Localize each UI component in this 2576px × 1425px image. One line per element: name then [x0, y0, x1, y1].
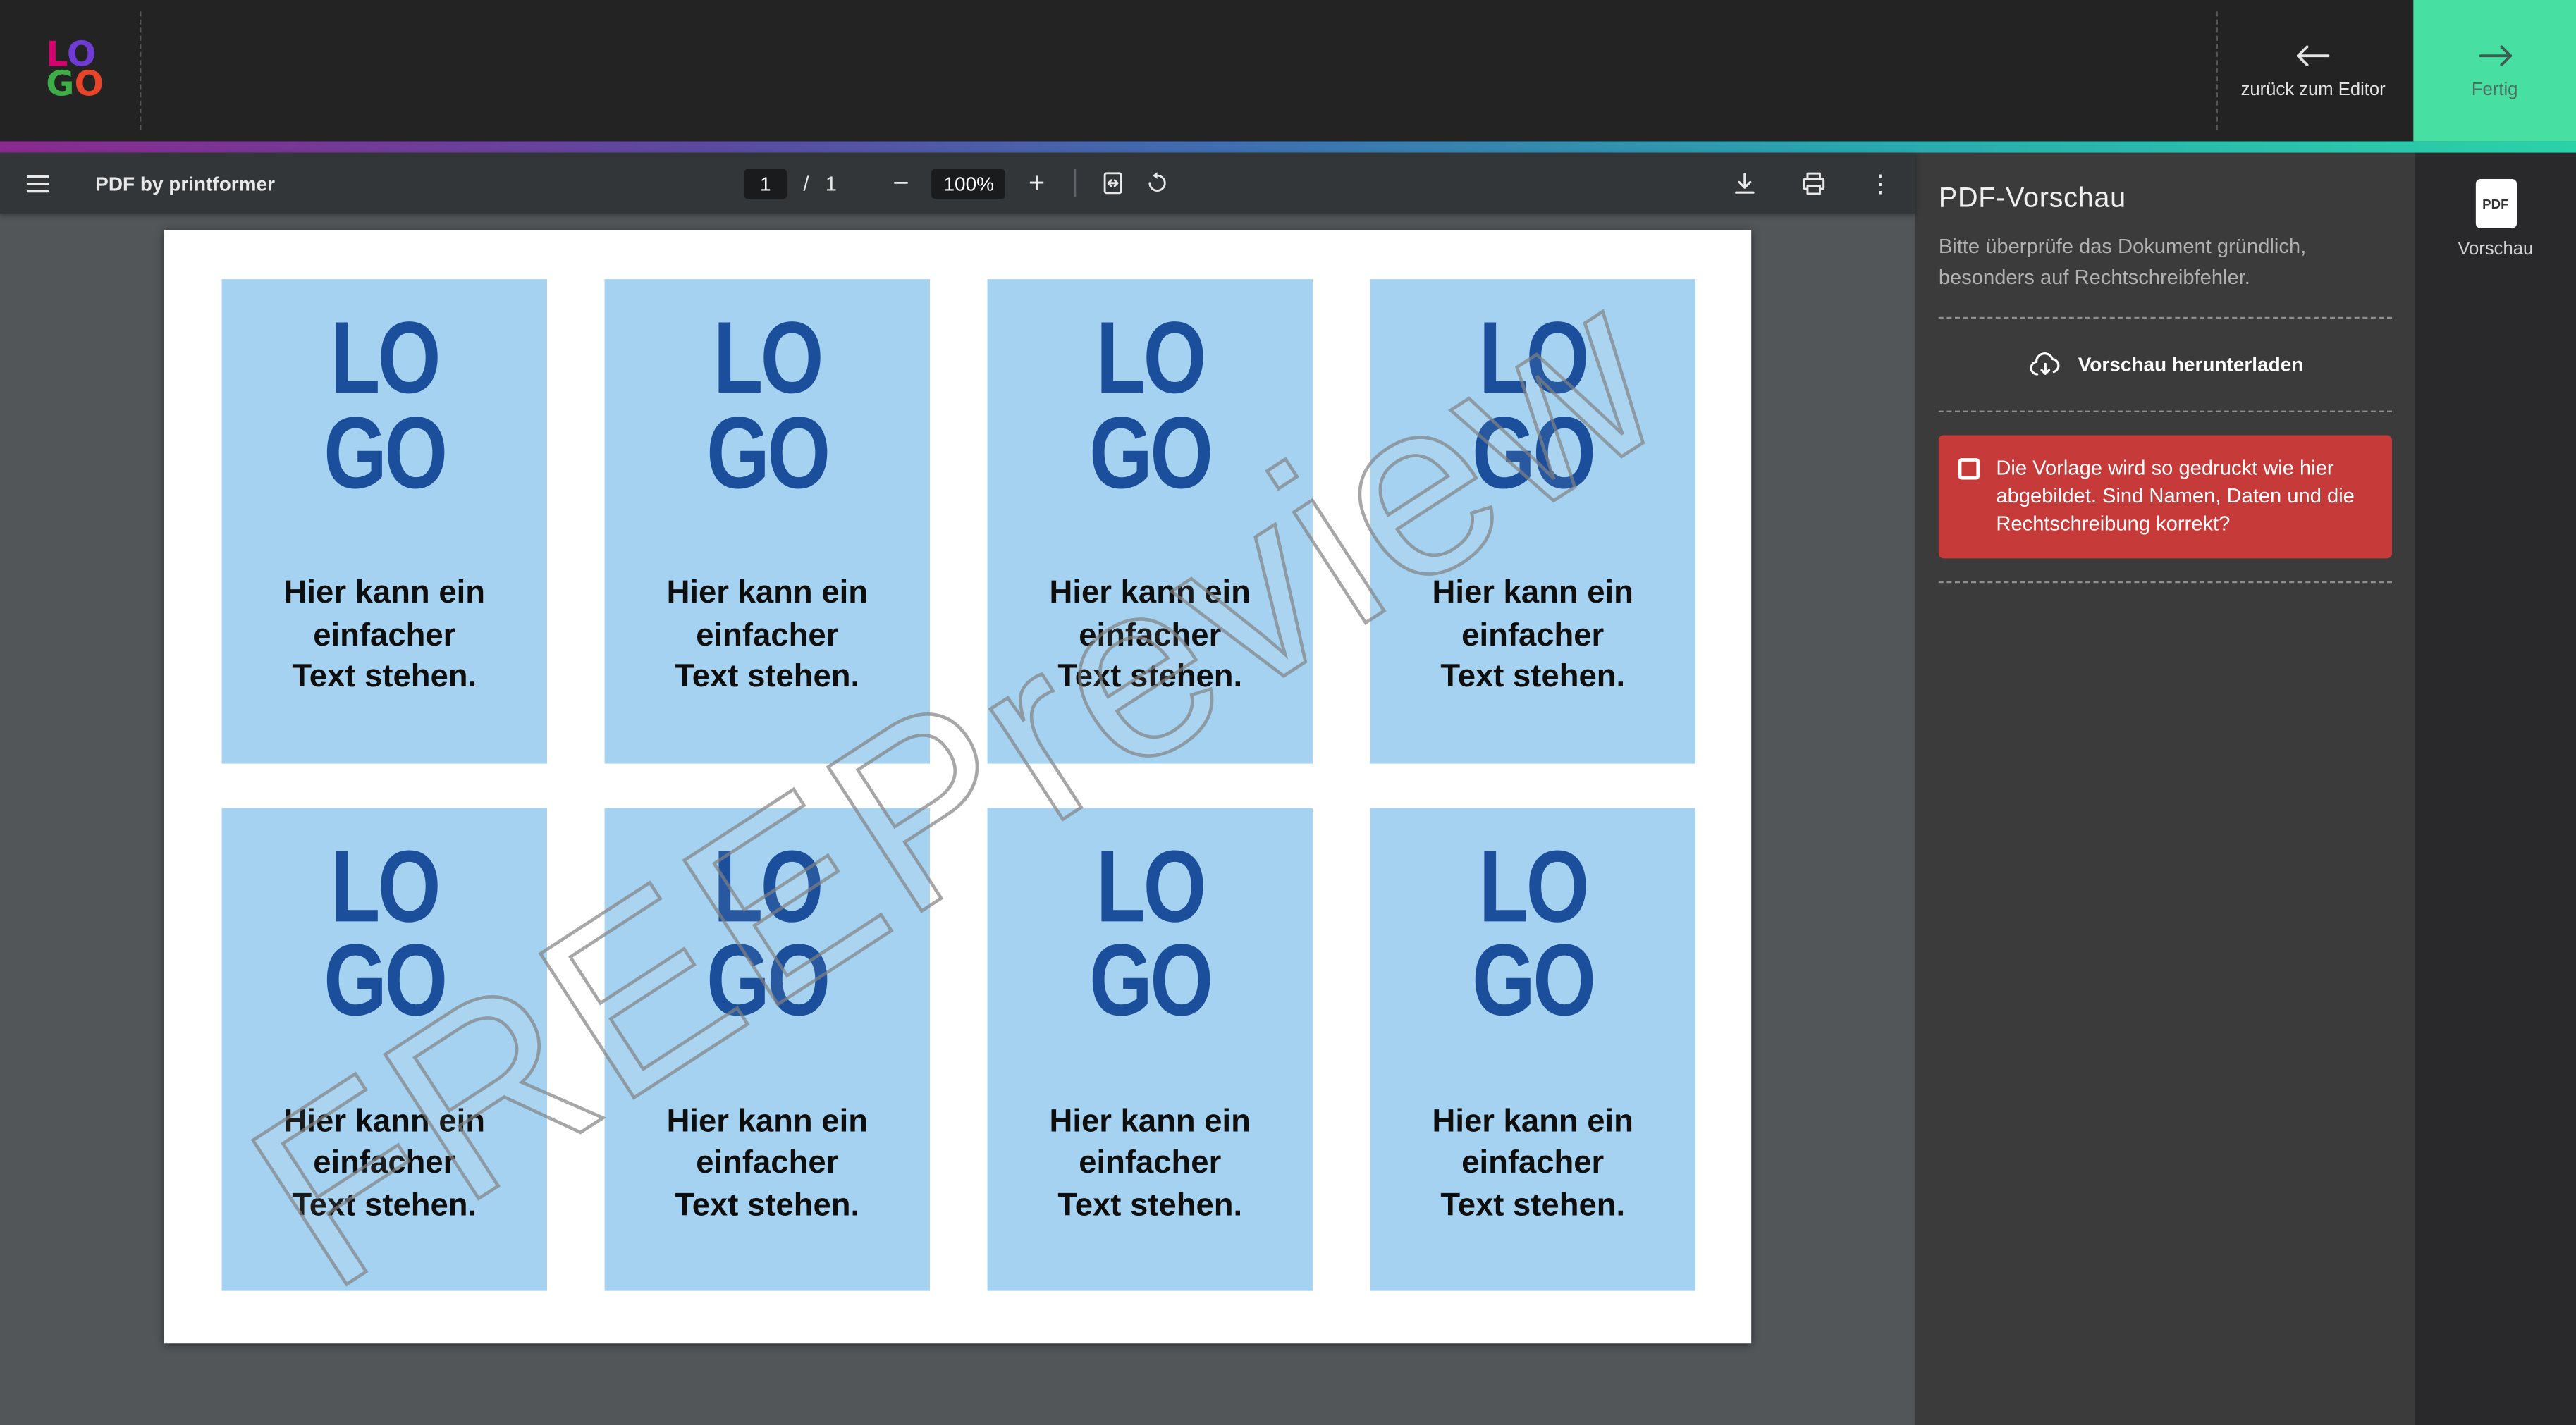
dashed-separator: [1939, 582, 2392, 584]
card-logo: LO GO: [1020, 312, 1280, 502]
logo-letter-o2: O: [74, 64, 104, 104]
sidebar-title: PDF-Vorschau: [1939, 183, 2392, 216]
download-button[interactable]: [1730, 168, 1760, 198]
card-logo: LO GO: [637, 840, 897, 1030]
confirmation-alert-text: Die Vorlage wird so gedruckt wie hier ab…: [1996, 454, 2372, 539]
label-card: LO GO Hier kann ein einfacher Text stehe…: [222, 279, 547, 763]
download-preview-label: Vorschau herunterladen: [2078, 352, 2304, 376]
card-text: Hier kann ein einfacher Text stehen.: [605, 1102, 930, 1227]
done-button[interactable]: Fertig: [2413, 0, 2576, 141]
pdf-toolbar-right: ⋮: [1730, 168, 1893, 198]
print-button[interactable]: [1799, 168, 1829, 198]
menu-button[interactable]: [23, 168, 53, 198]
card-logo: LO GO: [254, 840, 515, 1030]
brand-logo: LO GO: [46, 42, 104, 100]
rotate-icon: [1143, 169, 1172, 197]
card-logo: LO GO: [1403, 312, 1663, 502]
done-button-label: Fertig: [2472, 80, 2518, 99]
download-icon: [1730, 168, 1760, 198]
card-logo: LO GO: [1403, 840, 1663, 1030]
back-to-editor-label: zurück zum Editor: [2241, 80, 2386, 99]
right-tab-strip: PDF Vorschau: [2415, 153, 2576, 1425]
arrow-right-icon: [2477, 42, 2513, 68]
document-page: LO GO Hier kann ein einfacher Text stehe…: [164, 230, 1751, 1343]
pdf-preview-sidebar: PDF-Vorschau Bitte überprüfe das Dokumen…: [1915, 153, 2415, 1425]
pdf-toolbar-center: / 1 − 100% +: [744, 168, 1171, 198]
card-logo-line2: GO: [254, 407, 515, 501]
brand-logo-line2: GO: [46, 70, 104, 100]
topbar-divider-right: [2216, 11, 2218, 130]
download-preview-button[interactable]: Vorschau herunterladen: [1939, 341, 2392, 387]
main-content: PDF by printformer / 1 − 100% +: [0, 153, 2576, 1425]
card-logo: LO GO: [254, 312, 515, 502]
label-card: LO GO Hier kann ein einfacher Text stehe…: [222, 807, 547, 1290]
card-logo-line1: LO: [254, 312, 515, 407]
fit-page-icon: [1099, 169, 1127, 197]
card-logo: LO GO: [1020, 840, 1280, 1030]
confirmation-checkbox[interactable]: [1958, 457, 1980, 479]
label-card: LO GO Hier kann ein einfacher Text stehe…: [988, 807, 1313, 1290]
pdf-toolbar: PDF by printformer / 1 − 100% +: [0, 153, 1915, 214]
cloud-download-icon: [2027, 349, 2063, 378]
zoom-out-button[interactable]: −: [886, 169, 916, 197]
page-number-input[interactable]: [744, 168, 787, 198]
card-text: Hier kann ein einfacher Text stehen.: [1370, 574, 1695, 699]
dashed-separator: [1939, 409, 2392, 411]
gradient-strip: [0, 141, 2576, 152]
tab-vorschau[interactable]: PDF Vorschau: [2458, 179, 2533, 259]
top-bar: LO GO zurück zum Editor Fertig: [0, 0, 2576, 141]
card-text: Hier kann ein einfacher Text stehen.: [988, 574, 1313, 699]
card-text: Hier kann ein einfacher Text stehen.: [605, 574, 930, 699]
label-card: LO GO Hier kann ein einfacher Text stehe…: [1370, 807, 1695, 1290]
card-text: Hier kann ein einfacher Text stehen.: [1370, 1102, 1695, 1227]
kebab-menu-icon: ⋮: [1868, 168, 1893, 198]
zoom-level[interactable]: 100%: [932, 168, 1005, 198]
label-card: LO GO Hier kann ein einfacher Text stehe…: [605, 279, 930, 763]
label-card: LO GO Hier kann ein einfacher Text stehe…: [1370, 279, 1695, 763]
confirmation-alert: Die Vorlage wird so gedruckt wie hier ab…: [1939, 434, 2392, 559]
fit-page-button[interactable]: [1099, 169, 1127, 197]
arrow-left-icon: [2295, 42, 2331, 68]
dashed-separator: [1939, 316, 2392, 318]
card-text: Hier kann ein einfacher Text stehen.: [988, 1102, 1313, 1227]
card-text: Hier kann ein einfacher Text stehen.: [222, 1102, 547, 1227]
page-total: 1: [826, 172, 837, 195]
card-text-line3: Text stehen.: [222, 658, 547, 699]
sidebar-subtitle: Bitte überprüfe das Dokument gründlich, …: [1939, 232, 2392, 293]
app-root: LO GO zurück zum Editor Fertig: [0, 0, 2576, 1425]
toolbar-separator: [1074, 169, 1076, 197]
pdf-viewer: PDF by printformer / 1 − 100% +: [0, 153, 1915, 1425]
logo-letter-g: G: [46, 64, 74, 104]
zoom-in-button[interactable]: +: [1022, 169, 1052, 197]
hamburger-icon: [23, 168, 53, 198]
more-options-button[interactable]: ⋮: [1868, 168, 1893, 198]
back-to-editor-button[interactable]: zurück zum Editor: [2228, 0, 2398, 141]
pdf-canvas: LO GO Hier kann ein einfacher Text stehe…: [0, 214, 1915, 1425]
card-logo: LO GO: [637, 312, 897, 502]
print-icon: [1799, 168, 1829, 198]
card-text-line2: einfacher: [222, 616, 547, 658]
pdf-file-icon: PDF: [2475, 179, 2516, 228]
pdf-title: PDF by printformer: [95, 172, 275, 195]
label-card: LO GO Hier kann ein einfacher Text stehe…: [988, 279, 1313, 763]
rotate-button[interactable]: [1143, 169, 1172, 197]
page-separator: /: [803, 172, 809, 195]
topbar-divider-left: [140, 11, 141, 130]
card-text: Hier kann ein einfacher Text stehen.: [222, 574, 547, 699]
label-card: LO GO Hier kann ein einfacher Text stehe…: [605, 807, 930, 1290]
card-text-line1: Hier kann ein: [222, 574, 547, 615]
tab-vorschau-label: Vorschau: [2458, 240, 2533, 259]
